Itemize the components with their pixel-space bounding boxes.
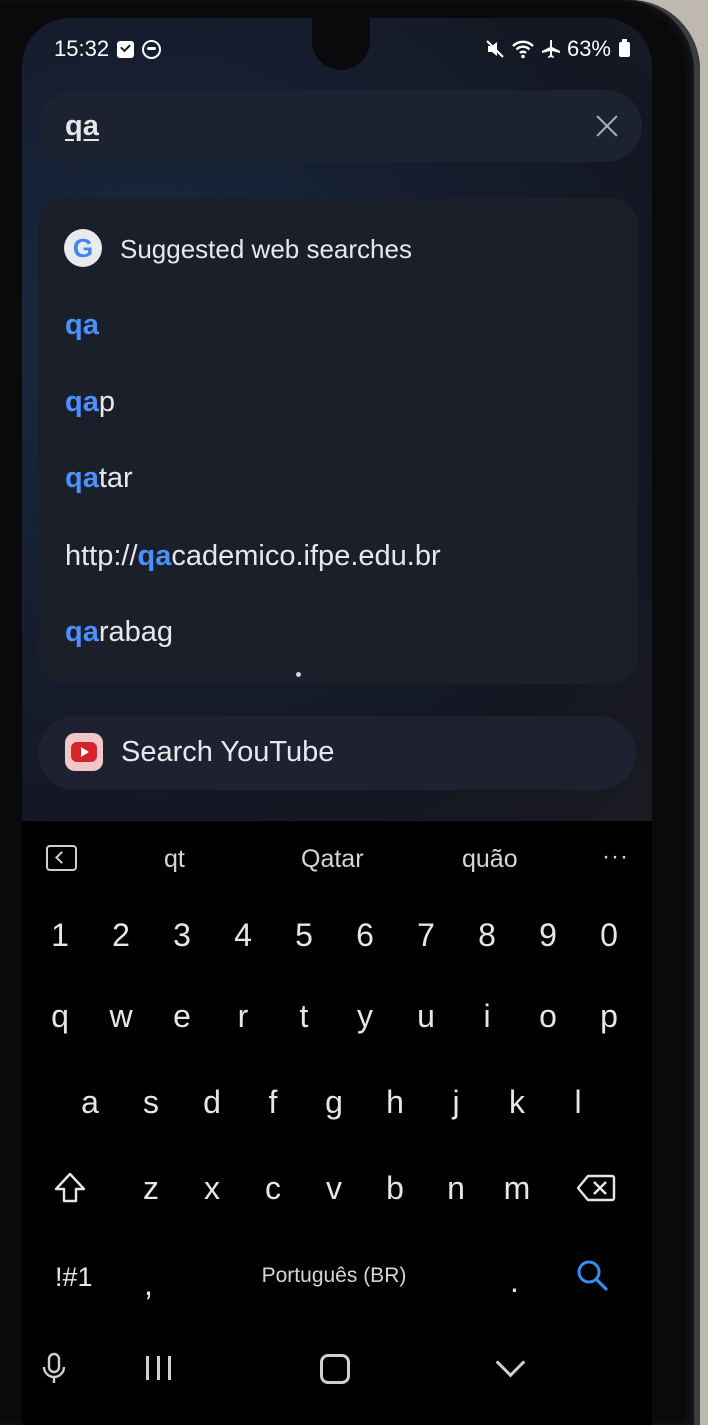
airplane-icon	[541, 40, 560, 58]
check-square-icon	[117, 40, 135, 58]
key-2[interactable]: 2	[93, 903, 149, 967]
key-4[interactable]: 4	[215, 903, 271, 967]
mute-icon	[486, 40, 504, 58]
prediction-item[interactable]: quão	[462, 845, 518, 874]
key-7[interactable]: 7	[398, 903, 454, 967]
backspace-icon[interactable]	[576, 1173, 616, 1203]
battery-icon	[619, 38, 630, 57]
status-bar-left: 15:32	[54, 36, 162, 62]
search-youtube-button[interactable]: Search YouTube	[38, 716, 636, 790]
suggestions-card: G Suggested web searches qa qap qatar ht…	[38, 198, 638, 684]
phone-frame: 15:32 63% qa G Suggested web searches qa…	[0, 0, 700, 1425]
wifi-icon	[512, 40, 534, 59]
key-t[interactable]: t	[276, 984, 332, 1048]
search-bar[interactable]: qa	[38, 90, 642, 162]
key-6[interactable]: 6	[337, 903, 393, 967]
key-o[interactable]: o	[520, 984, 576, 1048]
key-s[interactable]: s	[123, 1070, 179, 1134]
key-r[interactable]: r	[215, 984, 271, 1048]
key-d[interactable]: d	[184, 1070, 240, 1134]
key-c[interactable]: c	[245, 1156, 301, 1220]
google-icon: G	[64, 229, 102, 267]
prediction-item[interactable]: qt	[164, 845, 185, 874]
key-i[interactable]: i	[459, 984, 515, 1048]
prediction-bar: qt Qatar quão ···	[22, 821, 652, 891]
key-u[interactable]: u	[398, 984, 454, 1048]
suggestion-item[interactable]: http://qacademico.ifpe.edu.br	[65, 540, 441, 573]
search-icon[interactable]	[575, 1258, 609, 1292]
battery-percent: 63%	[566, 36, 611, 61]
key-0[interactable]: 0	[581, 903, 637, 967]
key-9[interactable]: 9	[520, 903, 576, 967]
key-n[interactable]: n	[428, 1156, 484, 1220]
key-5[interactable]: 5	[276, 903, 332, 967]
space-key[interactable]: Português (BR)	[222, 1264, 446, 1288]
search-panel: 15:32 63% qa G Suggested web searches qa…	[22, 18, 652, 821]
suggestions-title: Suggested web searches	[120, 234, 412, 264]
scroll-indicator	[296, 672, 301, 677]
more-options-icon[interactable]: ···	[602, 843, 629, 871]
key-3[interactable]: 3	[154, 903, 210, 967]
circle-status-icon	[142, 39, 162, 59]
key-p[interactable]: p	[581, 984, 637, 1048]
screen: 15:32 63% qa G Suggested web searches qa…	[22, 18, 652, 1425]
recents-icon[interactable]	[146, 1356, 172, 1380]
microphone-icon[interactable]	[40, 1352, 68, 1386]
key-e[interactable]: e	[154, 984, 210, 1048]
key-1[interactable]: 1	[32, 903, 88, 967]
key-f[interactable]: f	[245, 1070, 301, 1134]
key-z[interactable]: z	[123, 1156, 179, 1220]
search-input[interactable]: qa	[65, 110, 99, 143]
symbols-key[interactable]: !#1	[55, 1262, 93, 1293]
key-l[interactable]: l	[550, 1070, 606, 1134]
key-k[interactable]: k	[489, 1070, 545, 1134]
youtube-icon	[65, 733, 103, 771]
period-key[interactable]: .	[510, 1263, 519, 1300]
suggestion-item[interactable]: qap	[65, 386, 115, 419]
navigation-bar	[22, 1334, 652, 1404]
key-m[interactable]: m	[489, 1156, 545, 1220]
key-x[interactable]: x	[184, 1156, 240, 1220]
camera-notch	[312, 18, 370, 70]
search-youtube-label: Search YouTube	[121, 736, 335, 768]
status-time: 15:32	[54, 36, 110, 61]
back-icon[interactable]	[495, 1347, 526, 1378]
status-bar-right: 63%	[485, 36, 630, 62]
keyboard-collapse-icon[interactable]	[46, 845, 77, 871]
key-b[interactable]: b	[367, 1156, 423, 1220]
suggestion-item[interactable]: qa	[65, 309, 99, 342]
key-v[interactable]: v	[306, 1156, 362, 1220]
suggestion-item[interactable]: qatar	[65, 462, 133, 495]
key-8[interactable]: 8	[459, 903, 515, 967]
key-q[interactable]: q	[32, 984, 88, 1048]
key-j[interactable]: j	[428, 1070, 484, 1134]
key-a[interactable]: a	[62, 1070, 118, 1134]
key-y[interactable]: y	[337, 984, 393, 1048]
home-icon[interactable]	[320, 1354, 350, 1384]
close-icon[interactable]	[592, 111, 622, 141]
prediction-item[interactable]: Qatar	[301, 845, 364, 874]
key-w[interactable]: w	[93, 984, 149, 1048]
key-h[interactable]: h	[367, 1070, 423, 1134]
shift-icon[interactable]	[52, 1170, 88, 1206]
key-g[interactable]: g	[306, 1070, 362, 1134]
suggestion-item[interactable]: qarabag	[65, 616, 173, 649]
comma-key[interactable]: ,	[144, 1266, 153, 1303]
